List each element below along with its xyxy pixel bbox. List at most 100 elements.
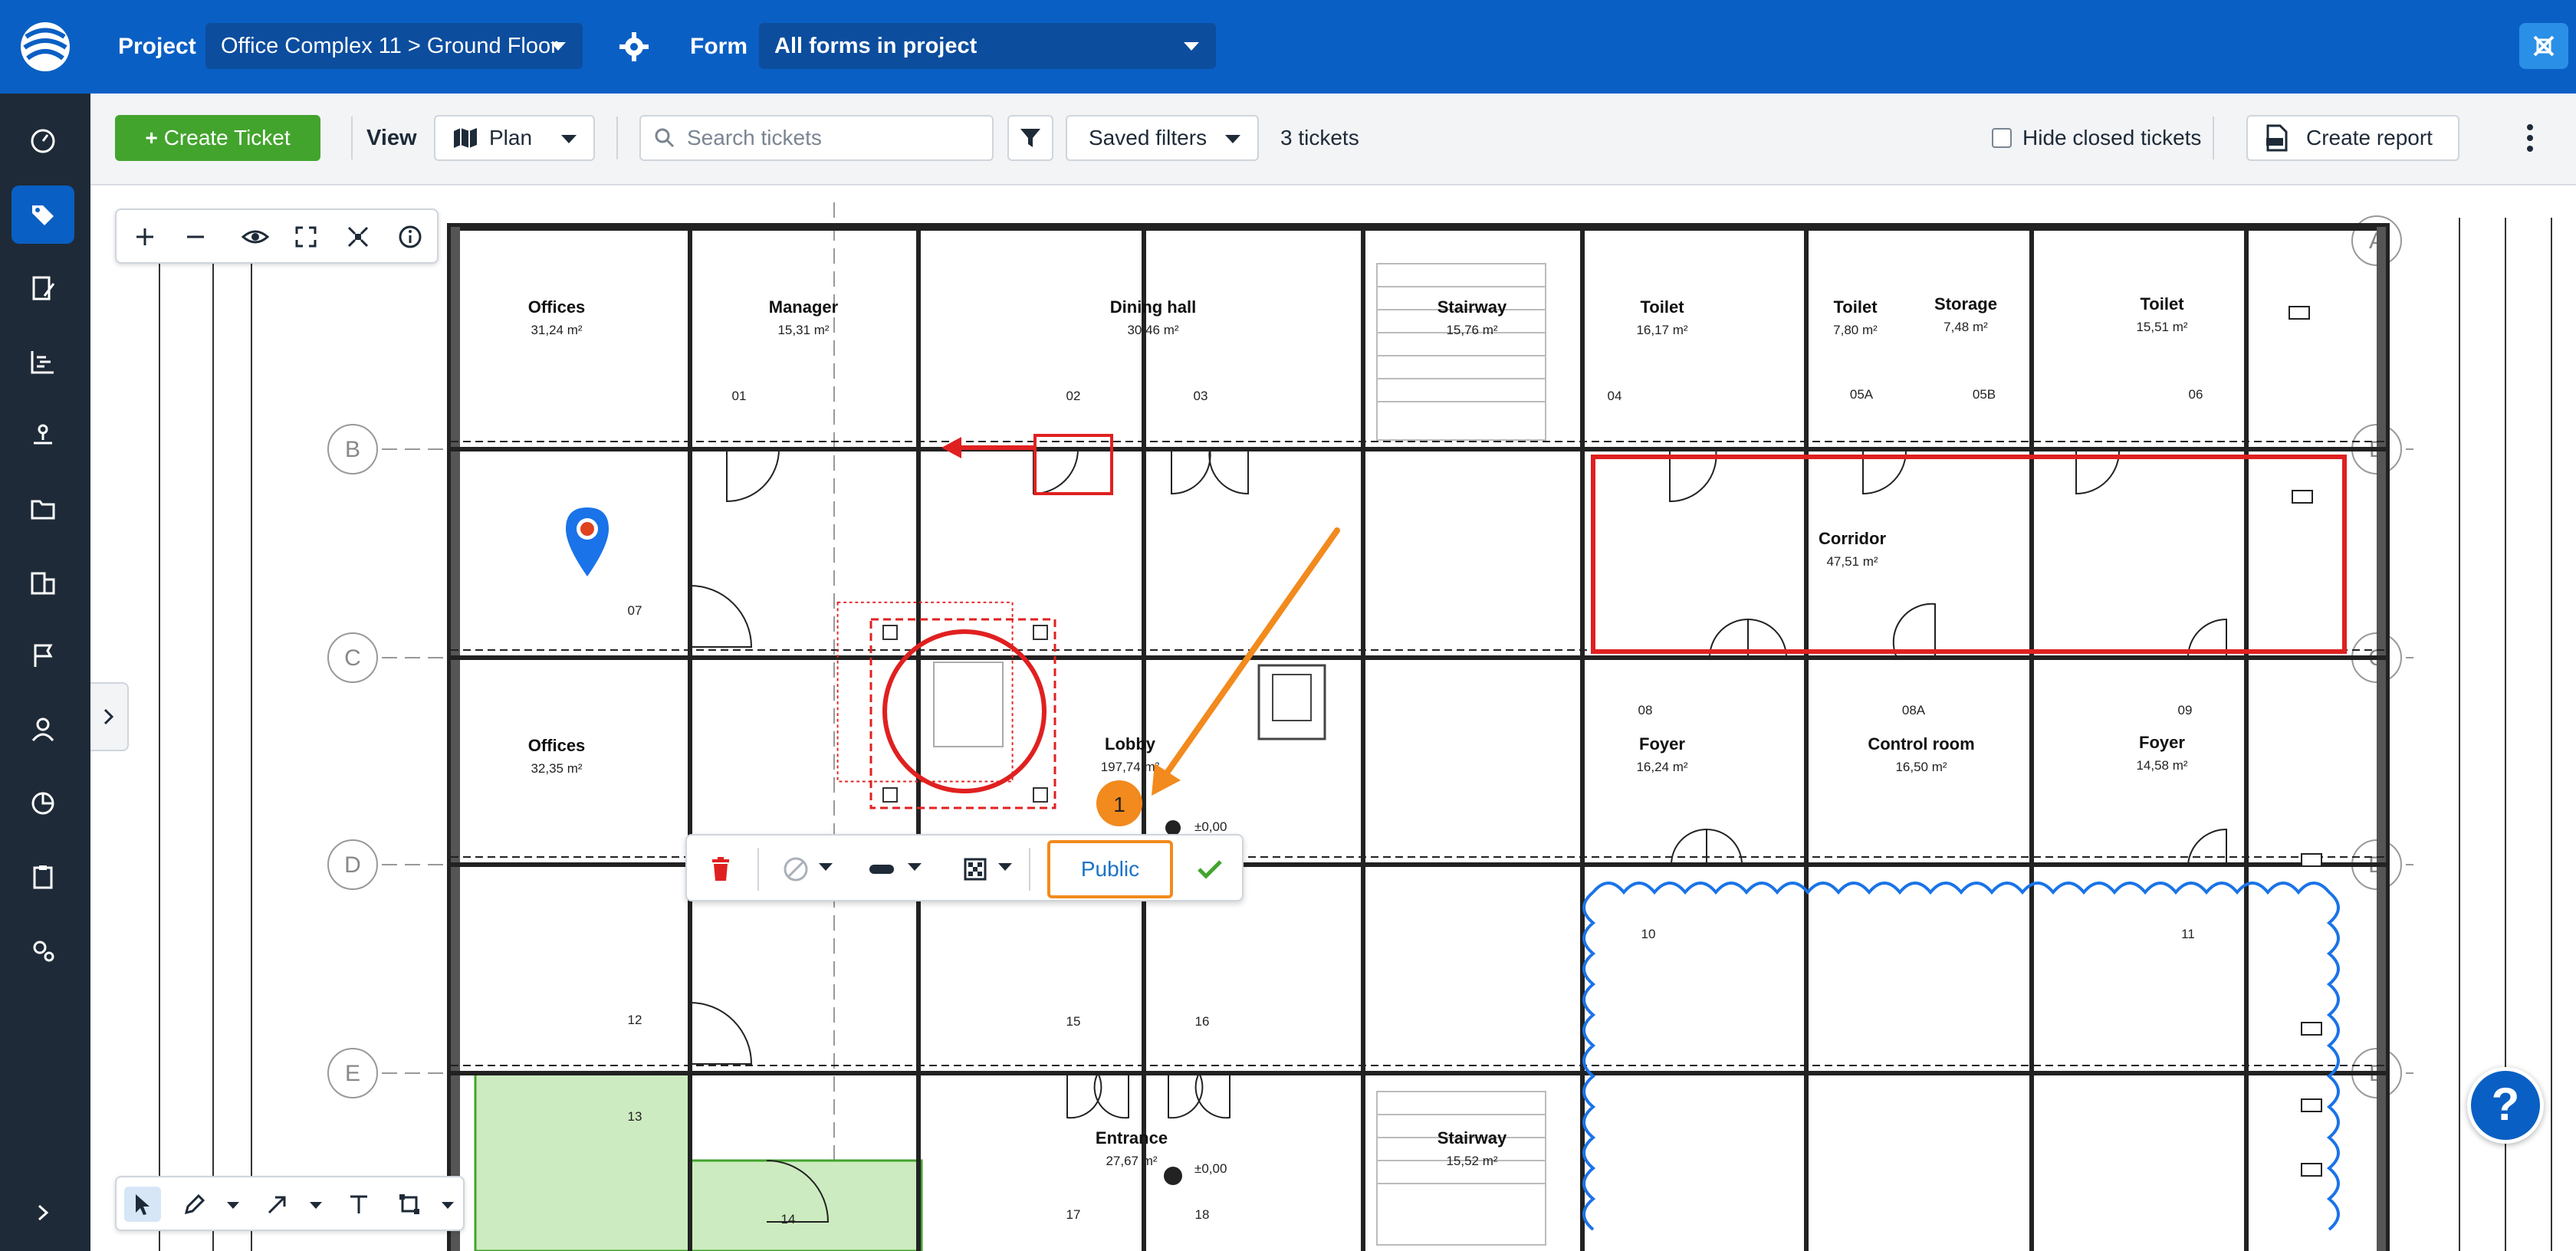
public-toggle-button[interactable]: Public [1047, 840, 1173, 898]
hide-closed-checkbox[interactable] [1992, 128, 2012, 148]
corridor-highlight[interactable] [1591, 455, 2347, 654]
chevron-down-icon[interactable] [998, 863, 1012, 871]
selected-circle-markup[interactable] [836, 601, 1056, 809]
collapse-markup-icon[interactable] [342, 221, 374, 253]
user-icon[interactable] [12, 701, 74, 759]
reports-icon[interactable] [12, 774, 74, 832]
schedule-icon[interactable] [12, 333, 74, 391]
shape-tool-icon[interactable] [391, 1187, 428, 1222]
chevron-down-icon [1225, 135, 1240, 143]
grid-label-b-left: B [345, 437, 360, 462]
line-style-icon[interactable] [865, 851, 899, 888]
more-options-icon[interactable] [2525, 123, 2535, 153]
ticket-toolbar: +Create Ticket View Plan Saved filters [90, 94, 2576, 186]
project-select[interactable]: Office Complex 11 > Ground Floor [205, 23, 583, 69]
level-mark: ±0,00 [1194, 1161, 1227, 1176]
project-select-value: Office Complex 11 > Ground Floor [221, 34, 558, 58]
orange-arrow[interactable] [1161, 527, 1340, 780]
zoom-out-icon[interactable] [179, 221, 212, 253]
help-button[interactable]: ? [2467, 1067, 2544, 1144]
chevron-down-icon[interactable] [442, 1202, 454, 1209]
inspection-icon[interactable] [12, 406, 74, 465]
room-area: 7,80 m² [1833, 323, 1878, 337]
door-highlight[interactable] [1033, 434, 1113, 495]
pattern-icon[interactable] [958, 851, 992, 888]
map-icon [454, 128, 477, 148]
filter-button[interactable] [1007, 115, 1053, 161]
folder-icon[interactable] [12, 480, 74, 538]
room-area: 7,48 m² [1944, 320, 1988, 334]
fill-none-icon[interactable] [779, 851, 813, 888]
saved-filters-select[interactable]: Saved filters [1066, 115, 1259, 161]
chevron-down-icon[interactable] [310, 1202, 322, 1209]
chevron-down-icon[interactable] [908, 863, 922, 871]
delete-icon[interactable] [704, 851, 738, 888]
dashboard-icon[interactable] [12, 112, 74, 170]
draw-tools [115, 1176, 465, 1231]
gear-icon[interactable] [618, 31, 650, 63]
fit-to-screen-icon[interactable] [290, 221, 322, 253]
create-report-button[interactable]: Create report [2246, 115, 2459, 161]
search-input[interactable] [687, 123, 986, 153]
arrow-tool-icon[interactable] [259, 1187, 296, 1222]
app-logo[interactable] [0, 0, 90, 94]
search-icon [655, 128, 675, 148]
flag-icon[interactable] [12, 627, 74, 685]
room-name: Toilet [1833, 297, 1878, 317]
door-number: 05B [1973, 387, 1996, 402]
visibility-icon[interactable] [239, 221, 271, 253]
grid-label-c-left: C [344, 645, 361, 671]
expand-rail-icon[interactable] [12, 1184, 74, 1242]
door-number: 01 [732, 389, 747, 403]
building-icon[interactable] [12, 553, 74, 612]
room-area: 15,31 m² [777, 323, 829, 337]
plus-icon: + [145, 126, 158, 149]
annotation-toolbar: Public [685, 834, 1244, 901]
pencil-icon[interactable] [176, 1187, 213, 1222]
door-number: 06 [2189, 387, 2203, 402]
clipboard-icon[interactable] [12, 848, 74, 906]
divider [757, 848, 759, 891]
view-select[interactable]: Plan [434, 115, 595, 161]
view-label: View [366, 126, 417, 150]
chevron-down-icon [1184, 42, 1199, 51]
location-pin-icon[interactable] [566, 507, 609, 576]
confirm-check-icon[interactable] [1193, 851, 1227, 888]
door-number: 08A [1902, 703, 1926, 717]
door-number: 17 [1066, 1207, 1081, 1222]
text-tool-icon[interactable] [340, 1187, 377, 1222]
info-icon[interactable] [394, 221, 426, 253]
form-select[interactable]: All forms in project [759, 23, 1216, 69]
settings-icon[interactable] [12, 921, 74, 980]
logo-icon [21, 22, 70, 71]
room-name: Foyer [1639, 734, 1685, 754]
room-area: 27,67 m² [1106, 1154, 1157, 1168]
ticket-number-marker[interactable]: 1 [1096, 780, 1142, 826]
divider [2213, 117, 2214, 159]
zoom-in-icon[interactable] [129, 221, 161, 253]
select-pointer-icon[interactable] [124, 1187, 161, 1222]
create-ticket-button[interactable]: + Create Ticket [115, 115, 320, 161]
chevron-down-icon[interactable] [227, 1202, 239, 1209]
divider [351, 117, 353, 159]
chevron-down-icon[interactable] [819, 863, 833, 871]
forms-icon[interactable] [12, 259, 74, 317]
room-name: Offices [528, 297, 586, 317]
apps-button[interactable] [2519, 23, 2568, 69]
door-number: 02 [1066, 389, 1081, 403]
floor-plan-drawing: B C D E A B C D E [159, 202, 2552, 1251]
green-area-left[interactable] [474, 1072, 692, 1251]
view-tools [115, 208, 439, 264]
room-name: Foyer [2139, 733, 2185, 752]
search-box[interactable] [639, 115, 994, 161]
room-area: 31,24 m² [531, 323, 582, 337]
room-area: 16,50 m² [1895, 760, 1947, 774]
tickets-icon[interactable] [12, 186, 74, 244]
room-name: Storage [1934, 294, 1997, 314]
floor-plan-viewer[interactable]: B C D E A B C D E [113, 187, 2576, 1251]
grid-label-d-left: D [344, 852, 361, 878]
door-number: 12 [628, 1013, 642, 1027]
filter-icon [1020, 129, 1040, 147]
expand-sidebar-button[interactable] [90, 682, 129, 751]
cloud-markup[interactable] [1582, 882, 2340, 1231]
